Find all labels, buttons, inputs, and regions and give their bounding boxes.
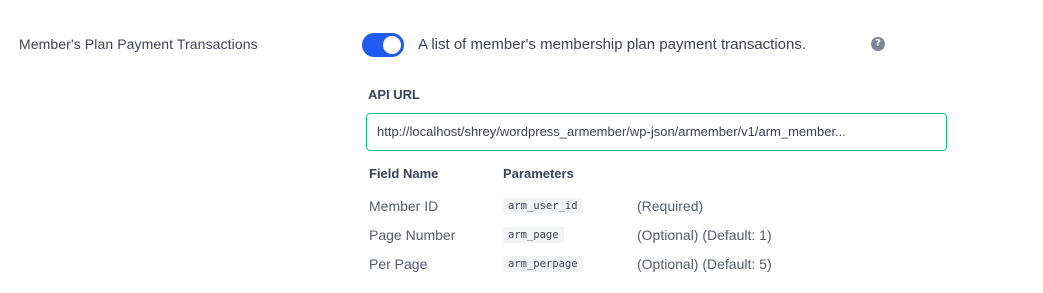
table-row: Per Page arm_perpage (Optional) (Default… (369, 252, 929, 281)
parameter-code: arm_user_id (503, 198, 583, 214)
setting-label: Member's Plan Payment Transactions (19, 36, 258, 52)
api-url-label: API URL (368, 87, 420, 102)
field-name: Member ID (369, 198, 439, 214)
parameters-table: Field Name Parameters Member ID arm_user… (369, 166, 929, 281)
setting-description: A list of member's membership plan payme… (418, 36, 807, 53)
parameter-note: (Required) (637, 198, 704, 214)
field-name-header: Field Name (369, 166, 439, 181)
help-icon[interactable]: ? (871, 37, 885, 51)
parameter-note: (Optional) (Default: 1) (637, 227, 772, 243)
toggle-knob (383, 36, 401, 54)
parameters-header: Field Name Parameters (369, 166, 929, 186)
settings-panel: Member's Plan Payment Transactions A lis… (0, 0, 1043, 293)
field-name: Page Number (369, 227, 456, 243)
parameters-header-label: Parameters (503, 166, 574, 181)
parameter-note: (Optional) (Default: 5) (637, 256, 772, 272)
field-name: Per Page (369, 256, 428, 272)
parameter-code: arm_page (503, 227, 564, 243)
api-url-field[interactable]: http://localhost/shrey/wordpress_armembe… (366, 113, 947, 151)
enable-toggle[interactable] (362, 33, 404, 57)
table-row: Page Number arm_page (Optional) (Default… (369, 223, 929, 252)
table-row: Member ID arm_user_id (Required) (369, 194, 929, 223)
parameter-code: arm_perpage (503, 256, 583, 272)
